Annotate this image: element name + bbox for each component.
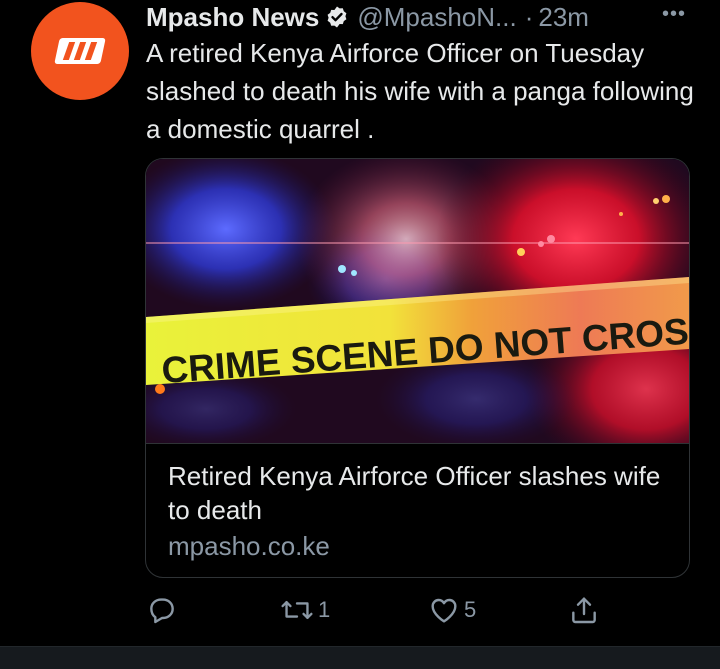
card-divider [146, 443, 689, 444]
more-options-icon[interactable]: ••• [662, 0, 686, 28]
retweet-button[interactable]: 1 [280, 592, 330, 628]
heart-icon [431, 598, 457, 623]
link-card[interactable]: CRIME SCENE DO NOT CROSS Retired Kenya A… [145, 158, 690, 578]
bottom-bar [0, 646, 720, 669]
retweet-count: 1 [318, 597, 331, 622]
mpasho-logo-icon [54, 38, 106, 64]
separator-dot: · [524, 1, 534, 32]
card-image: CRIME SCENE DO NOT CROSS [146, 159, 689, 443]
author-name[interactable]: Mpasho News [146, 2, 319, 33]
card-domain[interactable]: mpasho.co.ke [168, 529, 330, 563]
card-title[interactable]: Retired Kenya Airforce Officer slashes w… [168, 459, 673, 527]
retweet-icon [281, 600, 313, 620]
share-icon [572, 597, 596, 624]
tweet-time[interactable]: 23m [538, 2, 589, 33]
reply-button[interactable] [146, 592, 178, 628]
reply-icon [150, 598, 174, 624]
verified-badge-icon [325, 5, 349, 29]
author-handle[interactable]: @MpashoN... [357, 2, 516, 33]
like-button[interactable]: 5 [428, 592, 476, 628]
tweet-text: A retired Kenya Airforce Officer on Tues… [146, 38, 694, 144]
avatar[interactable] [31, 2, 129, 100]
tweet-actions: 1 5 [146, 592, 616, 628]
like-count: 5 [464, 597, 477, 622]
tweet-header: Mpasho News @MpashoN... · 23m ••• [146, 0, 686, 34]
share-button[interactable] [568, 592, 600, 628]
